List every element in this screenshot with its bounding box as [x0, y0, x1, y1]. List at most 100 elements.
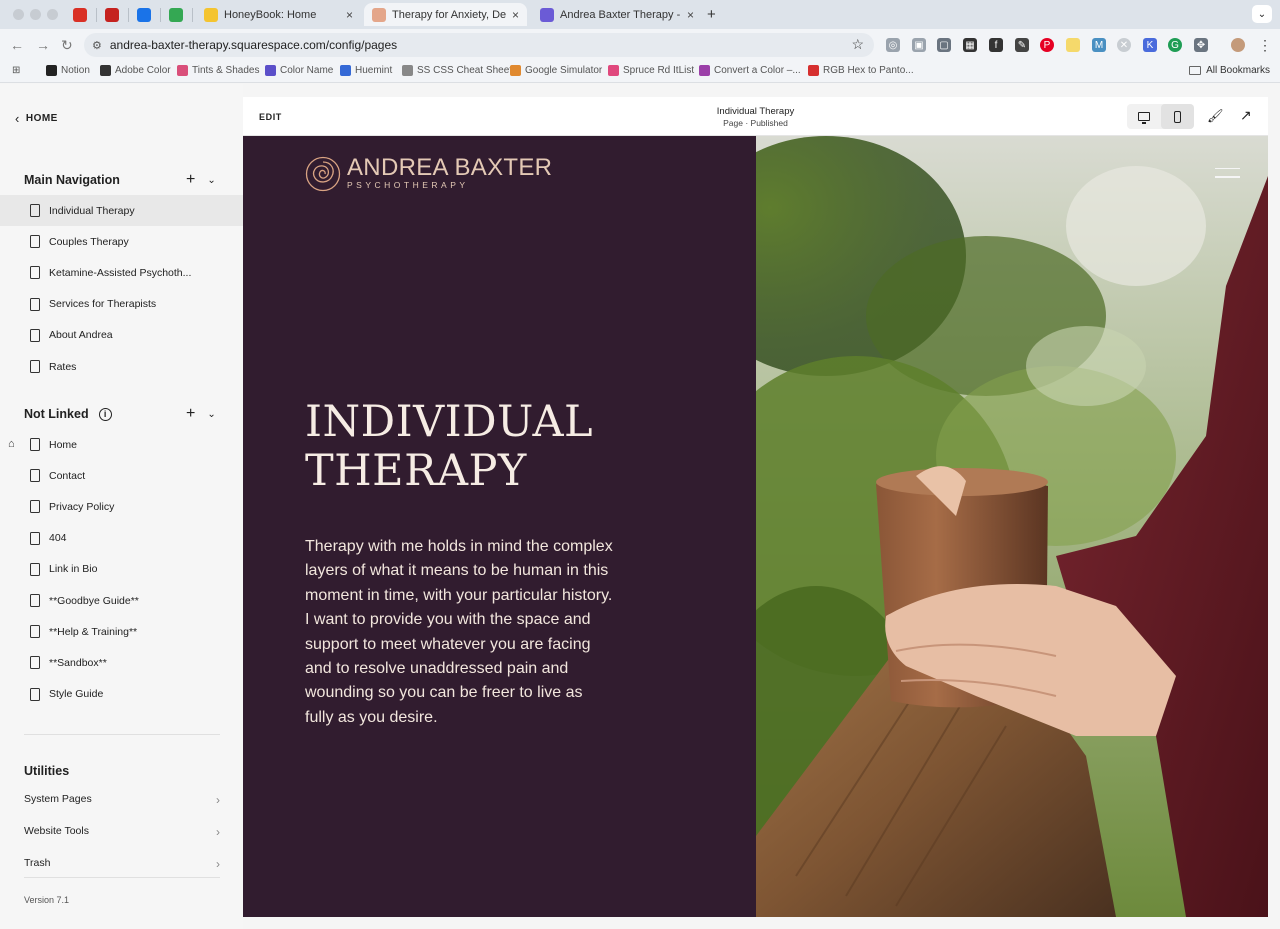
squarespace-icon — [540, 7, 554, 22]
new-tab-button[interactable]: + — [707, 6, 716, 23]
grammarly-extension-icon[interactable]: G — [1168, 38, 1182, 52]
window-close-button[interactable] — [13, 9, 24, 20]
sidebar-page-item[interactable]: About Andrea — [0, 320, 243, 351]
browser-tab[interactable]: Andrea Baxter Therapy - Edit × — [532, 3, 702, 26]
window-minimize-button[interactable] — [30, 9, 41, 20]
browser-tab[interactable]: HoneyBook: Home × — [196, 3, 361, 26]
notes-extension-icon[interactable] — [1066, 38, 1080, 52]
sidebar-page-item[interactable]: 404 — [0, 523, 243, 554]
address-bar[interactable]: ⚙ andrea-baxter-therapy.squarespace.com/… — [84, 33, 874, 57]
page-icon — [30, 328, 40, 342]
sidebar-page-item[interactable]: Services for Therapists — [0, 289, 243, 320]
page-label: Rates — [49, 360, 77, 373]
bookmark-item[interactable]: SS CSS Cheat Sheet — [402, 65, 512, 76]
desktop-view-button[interactable] — [1127, 104, 1160, 129]
utility-item[interactable]: Website Tools › — [24, 825, 220, 839]
sidebar-page-item[interactable]: **Goodbye Guide** — [0, 585, 243, 616]
home-back-link[interactable]: ‹ HOME — [15, 111, 58, 126]
utility-item[interactable]: Trash › — [24, 857, 220, 871]
m-extension-icon[interactable]: M — [1092, 38, 1106, 52]
bookmark-item[interactable]: Spruce Rd ItList — [608, 65, 694, 76]
site-logo[interactable]: ANDREA BAXTER PSYCHOTHERAPY — [305, 156, 552, 192]
all-bookmarks-button[interactable]: All Bookmarks — [1189, 65, 1270, 76]
tab-separator — [192, 8, 193, 22]
close-icon[interactable]: × — [346, 8, 353, 22]
back-icon[interactable]: ← — [10, 37, 24, 53]
add-page-icon[interactable]: + — [186, 171, 195, 189]
page-label: Contact — [49, 469, 86, 482]
sidebar-page-item[interactable]: Individual Therapy — [0, 195, 243, 226]
window-zoom-button[interactable] — [47, 9, 58, 20]
sidebar-page-item[interactable]: Ketamine-Assisted Psychoth... — [0, 257, 243, 288]
close-icon[interactable]: × — [512, 8, 519, 22]
bookmark-item[interactable]: Notion — [46, 65, 90, 76]
bookmark-favicon-icon — [608, 65, 619, 76]
gmail-icon — [105, 7, 119, 22]
browser-tab[interactable] — [96, 3, 128, 26]
bookmarks-bar: ⊞ Notion Adobe Color Tints & Shades Color N… — [0, 61, 1280, 83]
info-icon[interactable]: i — [98, 407, 112, 421]
browser-tab[interactable]: Therapy for Anxiety, Depress × — [364, 3, 527, 26]
tab-title: HoneyBook: Home — [224, 8, 317, 21]
paintbrush-icon[interactable]: 🖌 — [1207, 108, 1224, 124]
forward-icon[interactable]: → — [36, 37, 50, 53]
page-label: Ketamine-Assisted Psychoth... — [49, 266, 192, 279]
browser-tab[interactable] — [160, 3, 192, 26]
chevron-down-icon[interactable]: ⌄ — [207, 409, 215, 420]
bookmark-star-icon[interactable]: ☆ — [851, 36, 864, 53]
bookmark-item[interactable]: Convert a Color –... — [699, 65, 801, 76]
site-info-icon[interactable]: ⚙ — [92, 39, 102, 52]
font-extension-icon[interactable]: f — [989, 38, 1003, 52]
sidebar-divider — [24, 734, 220, 735]
open-external-icon[interactable]: ↗ — [1240, 107, 1252, 124]
lens-extension-icon[interactable]: ◎ — [886, 38, 900, 52]
sidebar-page-item[interactable]: Link in Bio — [0, 554, 243, 585]
screenshot-extension-icon[interactable]: ▢ — [937, 38, 951, 52]
k-extension-icon[interactable]: K — [1143, 38, 1157, 52]
sidebar-page-item[interactable]: Couples Therapy — [0, 226, 243, 257]
add-page-icon[interactable]: + — [186, 405, 195, 423]
profile-avatar[interactable] — [1231, 38, 1245, 52]
sidebar-page-item[interactable]: **Sandbox** — [0, 647, 243, 678]
all-bookmarks-label: All Bookmarks — [1206, 65, 1270, 76]
sidebar-page-item[interactable]: Privacy Policy — [0, 491, 243, 522]
mobile-view-button[interactable] — [1161, 104, 1194, 129]
reload-icon[interactable]: ↻ — [61, 37, 73, 54]
sidebar-page-item[interactable]: Rates — [0, 351, 243, 382]
tab-search-button[interactable]: ⌄ — [1252, 5, 1272, 23]
eyedropper-extension-icon[interactable]: ✎ — [1015, 38, 1029, 52]
phone-icon — [169, 7, 183, 22]
camera-extension-icon[interactable]: ▣ — [912, 38, 926, 52]
sidebar-page-item[interactable]: Style Guide — [0, 679, 243, 710]
sidebar-page-item[interactable]: ⌂ Home — [0, 429, 243, 460]
tab-title: Andrea Baxter Therapy - Edit — [560, 8, 681, 21]
extensions-puzzle-icon[interactable]: ✥ — [1194, 38, 1208, 52]
grid-extension-icon[interactable]: ▦ — [963, 38, 977, 52]
sidebar-page-item[interactable]: **Help & Training** — [0, 616, 243, 647]
utility-item[interactable]: System Pages › — [24, 793, 220, 807]
browser-tab[interactable] — [64, 3, 96, 26]
bookmark-label: Huemint — [355, 65, 393, 76]
x-extension-icon[interactable]: ✕ — [1117, 38, 1131, 52]
bookmark-item[interactable]: Google Simulator — [510, 65, 602, 76]
browser-tab[interactable] — [128, 3, 160, 26]
hands-holding-mug-image — [756, 136, 1268, 917]
mobile-menu-icon[interactable] — [1215, 168, 1240, 185]
hero-heading: INDIVIDUAL THERAPY — [305, 398, 705, 496]
bookmark-item[interactable]: Tints & Shades — [177, 65, 259, 76]
pages-sidebar: ‹ HOME Main Navigation + ⌄ Individual Th… — [0, 84, 243, 929]
pinterest-extension-icon[interactable]: P — [1040, 38, 1054, 52]
browser-menu-icon[interactable]: ⋮ — [1258, 37, 1272, 54]
apps-grid-icon[interactable]: ⊞ — [12, 65, 20, 76]
bookmark-item[interactable]: Adobe Color — [100, 65, 171, 76]
close-icon[interactable]: × — [687, 8, 694, 22]
editor-top-bar: EDIT Individual Therapy Page · Published… — [243, 97, 1268, 136]
bookmark-item[interactable]: Huemint — [340, 65, 392, 76]
bookmark-item[interactable]: Color Name — [265, 65, 333, 76]
frame-right-border — [1268, 97, 1280, 929]
folder-icon — [1189, 66, 1202, 75]
chevron-down-icon[interactable]: ⌄ — [207, 175, 215, 186]
sidebar-page-item[interactable]: Contact — [0, 460, 243, 491]
bookmark-label: Tints & Shades — [192, 65, 260, 76]
bookmark-item[interactable]: RGB Hex to Panto... — [808, 65, 914, 76]
